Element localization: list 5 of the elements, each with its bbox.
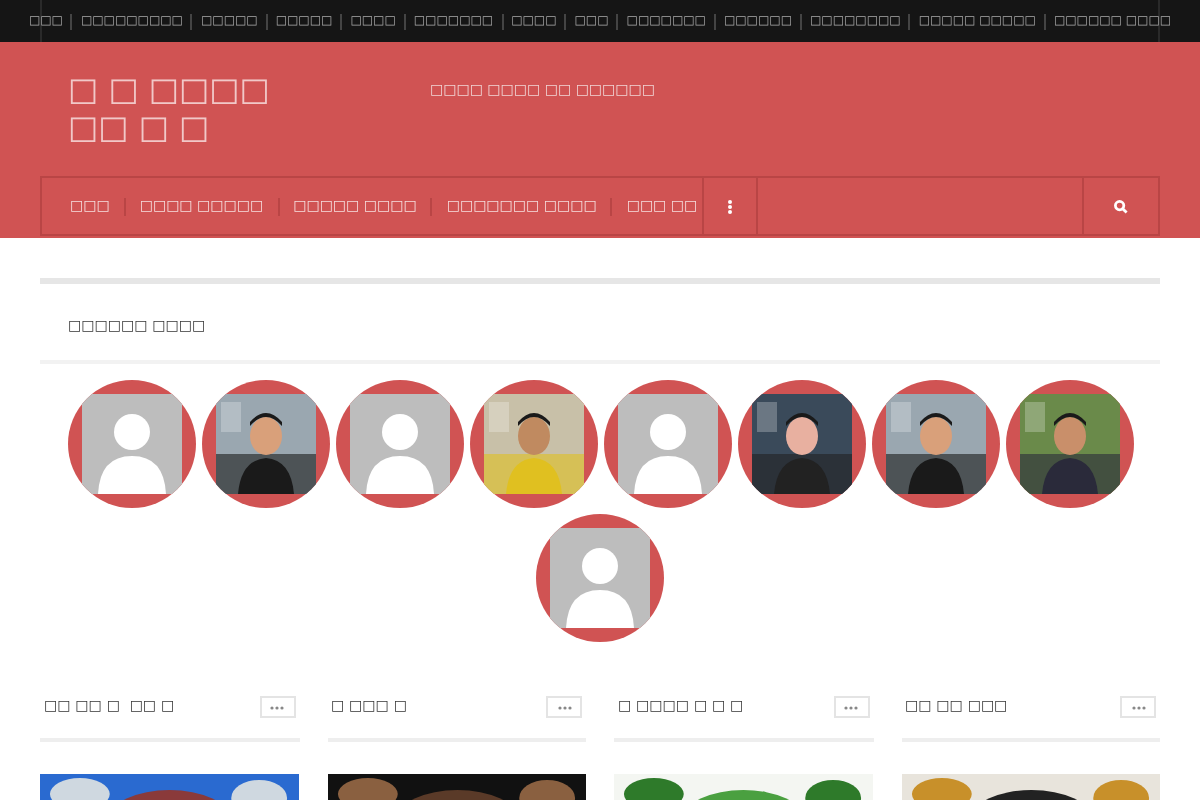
default-avatar-icon	[349, 393, 449, 493]
default-avatar-icon	[81, 393, 181, 493]
default-avatar-icon	[617, 393, 717, 493]
default-avatar-icon	[550, 527, 650, 627]
search-icon	[1114, 199, 1128, 213]
